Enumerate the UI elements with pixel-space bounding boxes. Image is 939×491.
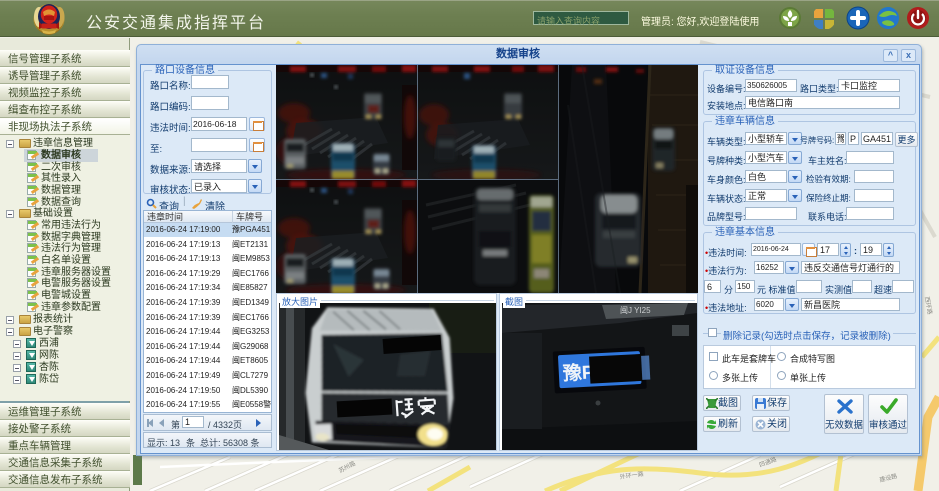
svg-text:闽J YI25: 闽J YI25 [620,306,651,315]
